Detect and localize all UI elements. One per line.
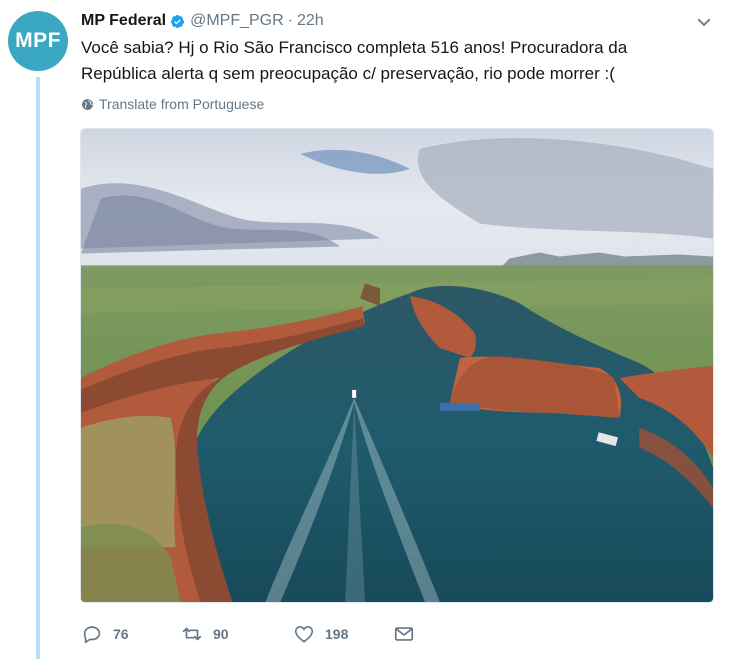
tweet-text: Você sabia? Hj o Rio São Francisco compl…	[81, 38, 628, 83]
retweet-icon	[182, 627, 202, 641]
retweet-count: 90	[213, 626, 229, 642]
translate-label: Translate from Portuguese	[99, 96, 265, 112]
avatar-logo-text: MPF	[15, 29, 61, 52]
reply-count: 76	[113, 626, 129, 642]
reply-icon	[83, 626, 101, 644]
heart-icon	[294, 626, 314, 643]
like-button[interactable]: 198	[293, 623, 393, 645]
display-name[interactable]: MP Federal	[81, 12, 166, 30]
river-canyon-photo	[81, 129, 713, 602]
timestamp[interactable]: 22h	[297, 12, 324, 30]
tweet-photo[interactable]	[80, 128, 714, 603]
envelope-icon	[394, 627, 414, 641]
translate-link[interactable]: Translate from Portuguese	[81, 96, 264, 112]
verified-badge-icon	[171, 14, 185, 28]
direct-message-button[interactable]	[393, 623, 415, 645]
separator-dot: ·	[287, 12, 293, 29]
globe-icon	[82, 98, 93, 110]
like-count: 198	[325, 626, 349, 642]
tweet-actions: 76 90 198	[81, 621, 415, 647]
tweet[interactable]: MPF MP Federal @MPF_PGR · 22h Você sabia…	[0, 0, 739, 659]
thread-line	[36, 77, 40, 659]
tweet-header: MP Federal @MPF_PGR · 22h	[81, 10, 324, 32]
reply-button[interactable]: 76	[81, 623, 181, 645]
avatar[interactable]: MPF	[8, 11, 68, 71]
user-handle[interactable]: @MPF_PGR	[190, 12, 284, 30]
chevron-down-icon[interactable]	[695, 13, 713, 31]
retweet-button[interactable]: 90	[181, 623, 293, 645]
